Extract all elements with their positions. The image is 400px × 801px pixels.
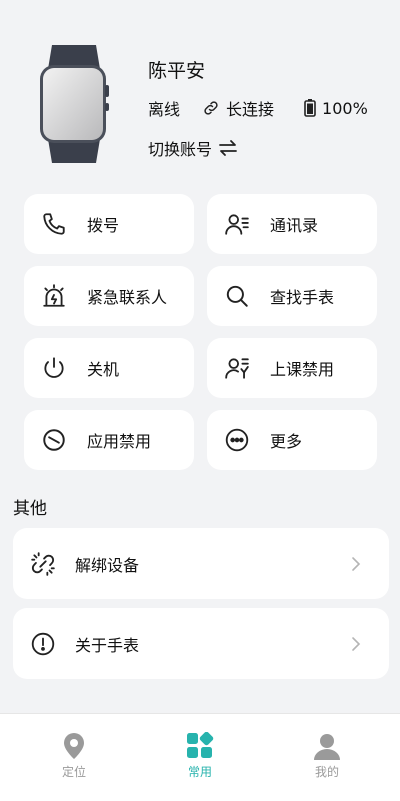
find-watch-tile[interactable]: 查找手表 [207, 266, 377, 326]
battery-icon [304, 99, 316, 117]
device-status-row: 离线 长连接 100% [148, 96, 368, 120]
app-disable-tile[interactable]: 应用禁用 [24, 410, 194, 470]
tile-label: 更多 [270, 432, 303, 451]
switch-account-button[interactable]: 切换账号 [148, 136, 238, 160]
grid-apps-icon [187, 732, 214, 758]
connection-type: 长连接 [226, 100, 275, 119]
power-off-tile[interactable]: 关机 [24, 338, 194, 398]
row-label: 关于手表 [75, 635, 140, 655]
more-icon [223, 426, 251, 454]
tab-mine[interactable]: 我的 [287, 732, 367, 780]
chevron-right-icon [352, 556, 361, 571]
tab-label: 我的 [314, 765, 339, 779]
info-icon [29, 630, 57, 658]
search-icon [223, 282, 251, 310]
about-watch-row[interactable]: 关于手表 [13, 608, 389, 679]
app-disable-icon [40, 426, 68, 454]
section-title-other: 其他 [13, 499, 47, 519]
power-icon [40, 354, 68, 382]
tile-label: 查找手表 [270, 288, 335, 307]
battery-level: 100% [322, 98, 368, 118]
swap-arrows-icon [219, 140, 237, 156]
online-status: 离线 [148, 100, 181, 119]
device-name: 陈平安 [148, 60, 206, 82]
class-disable-icon [223, 354, 251, 382]
row-label: 解绑设备 [75, 555, 140, 575]
tab-label: 常用 [187, 765, 212, 779]
phone-icon [40, 210, 68, 238]
tile-label: 通讯录 [270, 216, 319, 235]
more-tile[interactable]: 更多 [207, 410, 377, 470]
tab-common[interactable]: 常用 [160, 732, 240, 780]
tile-label: 关机 [87, 360, 120, 379]
class-disable-tile[interactable]: 上课禁用 [207, 338, 377, 398]
tab-label: 定位 [61, 765, 86, 779]
tile-label: 上课禁用 [270, 360, 335, 379]
chevron-right-icon [352, 636, 361, 651]
tile-label: 拨号 [87, 216, 120, 235]
switch-account-label: 切换账号 [148, 140, 213, 159]
tile-label: 紧急联系人 [87, 288, 168, 307]
dial-tile[interactable]: 拨号 [24, 194, 194, 254]
contacts-tile[interactable]: 通讯录 [207, 194, 377, 254]
device-header: 陈平安 离线 长连接 100% 切换账号 [0, 0, 400, 180]
emergency-contacts-tile[interactable]: 紧急联系人 [24, 266, 194, 326]
tile-label: 应用禁用 [87, 432, 152, 451]
tab-location[interactable]: 定位 [34, 732, 114, 780]
unlink-icon [29, 550, 57, 578]
smartwatch-image [40, 45, 109, 163]
alarm-light-icon [40, 282, 68, 310]
bottom-tab-bar: 定位 常用 我的 [0, 713, 400, 801]
contacts-icon [223, 210, 251, 238]
location-pin-icon [64, 733, 84, 759]
unbind-device-row[interactable]: 解绑设备 [13, 528, 389, 599]
person-icon [314, 734, 340, 760]
link-icon [204, 101, 218, 115]
